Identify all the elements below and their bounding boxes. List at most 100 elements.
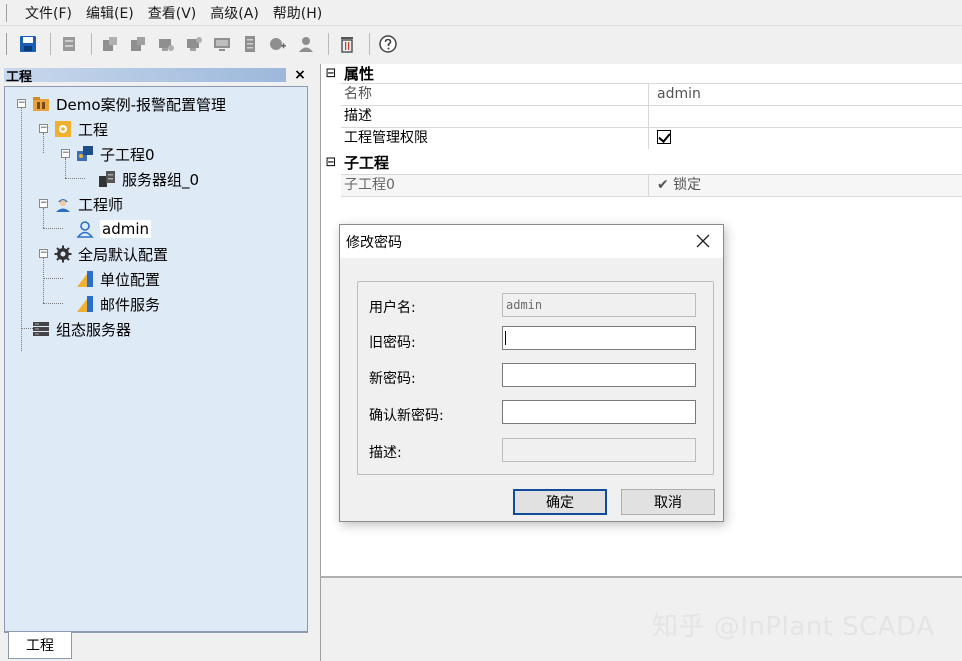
dialog-title: 修改密码 [346,234,402,251]
menu-file[interactable]: 文件(F) [18,3,79,23]
add-node-icon [103,37,117,51]
toolbar-separator [369,33,370,55]
text-caret [505,331,506,345]
monitor-button[interactable] [210,32,234,56]
confirm-password-field[interactable] [502,400,696,424]
tree-node-mail-service[interactable]: 邮件服务 [75,293,160,315]
menu-help[interactable]: 帮助(H) [266,3,329,23]
help-button[interactable] [376,32,400,56]
category-label: 子工程 [344,154,390,172]
server-rack-icon [31,319,51,339]
user-icon [75,219,95,239]
description-label: 描述: [369,445,402,461]
tree-node-label: 工程师 [78,195,124,214]
tree-line [43,278,63,279]
tree-node-label: 组态服务器 [56,320,132,339]
tree-node-label: Demo案例-报警配置管理 [56,95,226,114]
menu-advanced[interactable]: 高级(A) [203,3,266,23]
engineer-icon [53,194,73,214]
permission-checkbox[interactable] [657,130,671,144]
add-node-button-1[interactable] [98,32,122,56]
expand-toggle-global[interactable]: − [39,249,48,258]
save-button[interactable] [16,32,40,56]
dialog-close-button[interactable] [693,231,713,251]
property-value[interactable] [649,106,962,127]
save-icon [20,36,36,52]
gear-icon [53,244,73,264]
close-icon [696,234,710,248]
tree-node-label: admin [100,220,151,238]
menu-edit[interactable]: 编辑(E) [79,3,141,23]
tree-node-label: 服务器组_0 [122,170,200,189]
property-key: 描述 [341,106,649,127]
tree-node-global-config[interactable]: 全局默认配置 [53,243,168,265]
document-button[interactable] [238,32,262,56]
add-node-button-4[interactable] [182,32,206,56]
toolbar-separator [328,33,329,55]
help-icon [379,35,397,53]
tree-node-label: 单位配置 [100,270,161,289]
property-value[interactable]: admin [649,84,962,105]
server-button[interactable] [57,32,81,56]
add-node-button-3[interactable] [154,32,178,56]
add-group-button[interactable] [266,32,290,56]
property-key: 工程管理权限 [341,128,649,149]
description-field [502,438,696,462]
server-group-icon [97,169,117,189]
tree-line [43,258,44,303]
property-row-subproject[interactable]: 子工程0 ✔ 锁定 [341,174,962,196]
menu-view[interactable]: 查看(V) [141,3,204,23]
tab-project[interactable]: 工程 [8,632,72,659]
tree-node-label: 工程 [78,120,109,139]
menu-grip [6,3,8,22]
tree-node-subproject[interactable]: 子工程0 [75,143,155,165]
project-gear-icon [53,119,73,139]
old-password-field[interactable] [502,326,696,350]
expand-toggle-subproject[interactable]: − [61,149,70,158]
expand-toggle-project[interactable]: − [39,124,48,133]
tree-node-label: 子工程0 [100,145,155,164]
collapse-icon[interactable]: ⊟ [324,156,338,170]
tree-node-unit-config[interactable]: 单位配置 [75,268,160,290]
expand-toggle-engineer[interactable]: − [39,199,48,208]
property-key: 名称 [341,84,649,105]
ok-button[interactable]: 确定 [513,489,607,515]
toolbar-separator [50,33,51,55]
tree-node-server-group[interactable]: 服务器组_0 [97,168,199,190]
property-value[interactable]: ✔ 锁定 [649,175,962,196]
cancel-button[interactable]: 取消 [621,489,715,515]
monitor-icon [214,38,230,51]
tree-line [43,208,44,228]
grid-bottom-line [341,196,962,197]
old-password-label: 旧密码: [369,335,416,351]
tree-node-engineer[interactable]: 工程师 [53,193,123,215]
dialog-title-bar: 修改密码 [340,225,723,258]
tree-node-project[interactable]: 工程 [53,118,108,140]
watermark: 知乎 @InPlant SCADA [652,612,935,642]
delete-button[interactable] [335,32,359,56]
new-password-field[interactable] [502,363,696,387]
add-node-button-2[interactable] [126,32,150,56]
panel-header: 工程 × [4,66,312,85]
tree-line [43,228,63,229]
property-value [649,128,962,149]
category-attributes[interactable]: ⊟ 属性 [321,64,962,83]
property-row-permission[interactable]: 工程管理权限 [341,127,962,149]
panel-close-button[interactable]: × [290,67,310,83]
tree-node-root[interactable]: Demo案例-报警配置管理 [31,93,226,115]
server-icon [63,37,75,51]
property-row-name[interactable]: 名称 admin [341,83,962,105]
user-button[interactable] [294,32,318,56]
toolbar-separator [91,33,92,55]
menu-bar: 文件(F) 编辑(E) 查看(V) 高级(A) 帮助(H) [0,0,962,26]
subproject-icon [75,144,95,164]
tree-node-config-server[interactable]: 组态服务器 [31,318,131,340]
expand-toggle-root[interactable]: − [17,99,26,108]
property-row-description[interactable]: 描述 [341,105,962,127]
collapse-icon[interactable]: ⊟ [324,67,338,81]
username-field: admin [502,293,696,317]
panel-title: 工程 [4,68,286,85]
tree-node-admin[interactable]: admin [75,218,151,240]
category-sub-projects[interactable]: ⊟ 子工程 [321,153,962,172]
tree-line [65,158,66,178]
